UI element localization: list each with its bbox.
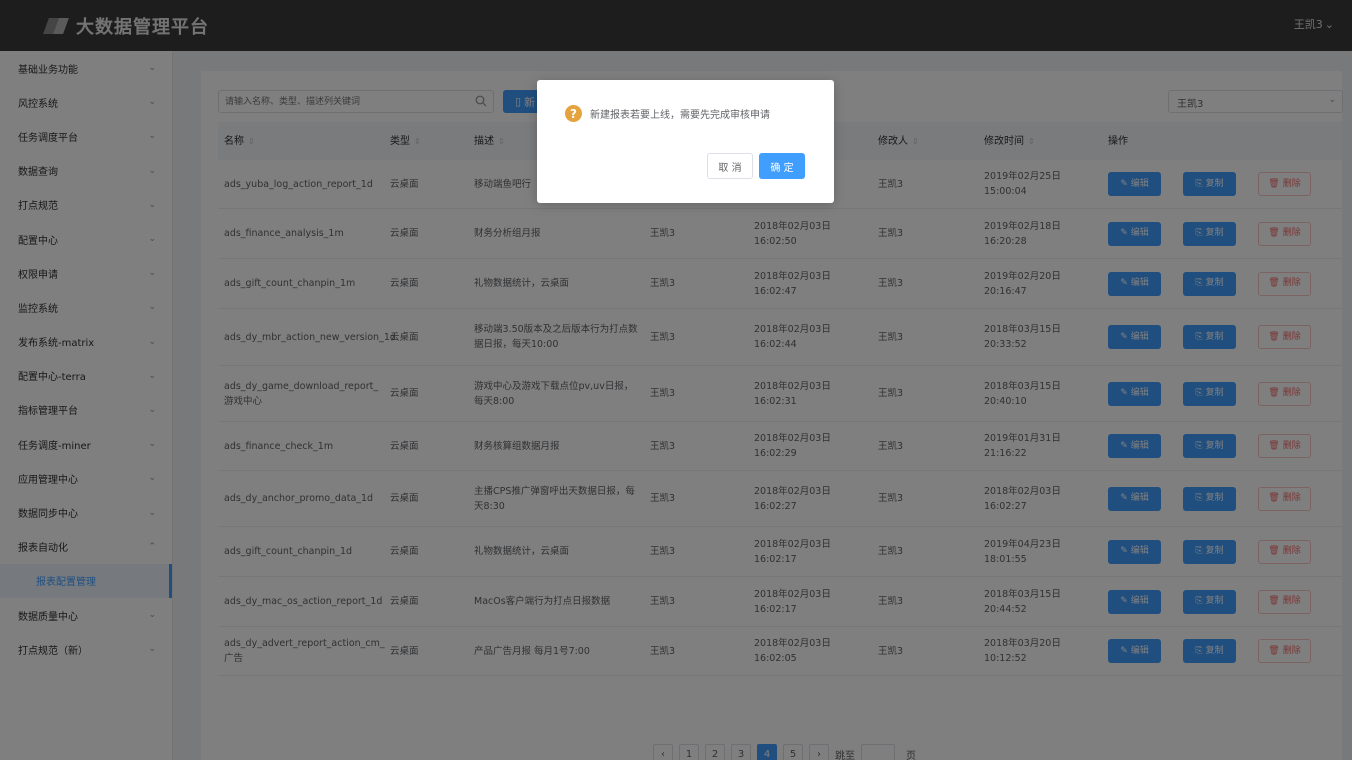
question-icon: ? [565,105,582,122]
dialog-message-row: ? 新建报表若要上线，需要先完成审核申请 [565,105,770,122]
cancel-button[interactable]: 取 消 [707,153,753,179]
confirm-dialog: ? 新建报表若要上线，需要先完成审核申请 取 消 确 定 [537,80,834,203]
confirm-button[interactable]: 确 定 [759,153,805,179]
dialog-message: 新建报表若要上线，需要先完成审核申请 [590,110,770,121]
